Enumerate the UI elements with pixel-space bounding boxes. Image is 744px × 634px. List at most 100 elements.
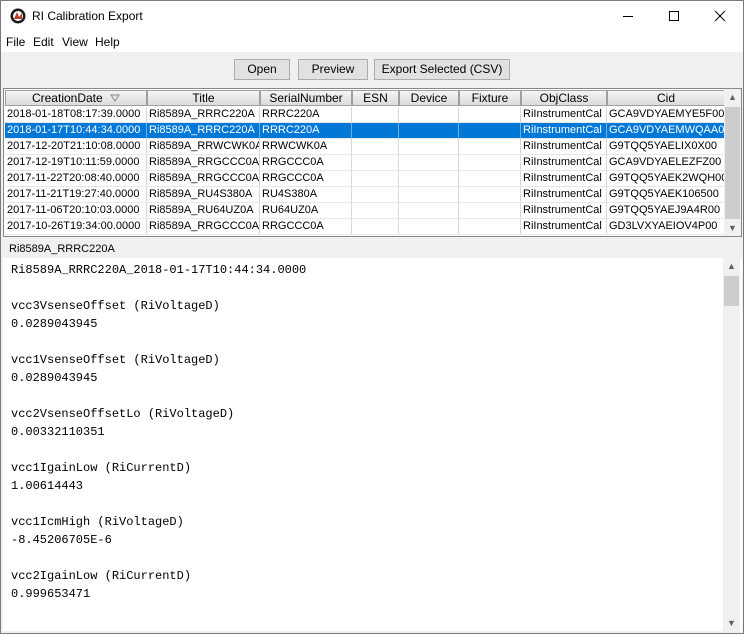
- table-cell: GCA9VDYAELEZFZ00: [607, 155, 725, 171]
- table-cell: 2017-11-22T20:08:40.0000: [5, 171, 147, 187]
- minimize-button[interactable]: [605, 1, 651, 31]
- table-row[interactable]: 2017-11-21T19:27:40.0000 Ri8589A_RU4S380A…: [5, 187, 725, 203]
- table-cell: G9TQQ5YAEK2WQH00: [607, 171, 725, 187]
- table-cell: [459, 187, 521, 203]
- column-header-creationdate[interactable]: CreationDate: [5, 90, 147, 106]
- detail-scroll-thumb[interactable]: [724, 276, 739, 306]
- table-cell: [352, 155, 399, 171]
- maximize-button[interactable]: [651, 1, 697, 31]
- column-header-fixture[interactable]: Fixture: [459, 90, 521, 106]
- table-cell: RiInstrumentCal: [521, 203, 607, 219]
- table-cell: 2018-01-18T08:17:39.0000: [5, 107, 147, 123]
- table-cell: [399, 139, 459, 155]
- detail-line: vcc1VsenseOffset (RiVoltageD): [11, 353, 220, 367]
- detail-line: vcc1IcmHigh (RiVoltageD): [11, 515, 184, 529]
- column-header-serialnumber[interactable]: SerialNumber: [260, 90, 352, 106]
- table-cell: [459, 155, 521, 171]
- menu-bar: File Edit View Help: [1, 31, 743, 52]
- table-row[interactable]: 2017-11-06T20:10:03.0000 Ri8589A_RU64UZ0A…: [5, 203, 725, 219]
- table-row[interactable]: 2017-10-26T19:34:00.0000 Ri8589A_RRGCCC0A…: [5, 219, 725, 235]
- table-cell: [352, 123, 399, 139]
- menu-edit[interactable]: Edit: [33, 35, 54, 49]
- table-cell: RiInstrumentCal: [521, 187, 607, 203]
- detail-scroll-up-icon[interactable]: ▲: [723, 258, 740, 274]
- title-bar[interactable]: RI Calibration Export: [1, 1, 743, 31]
- table-cell: RU4S380A: [260, 187, 352, 203]
- table-row[interactable]: 2018-01-17T10:44:34.0000 Ri8589A_RRRC220A…: [5, 123, 725, 139]
- table-row[interactable]: 2017-12-20T21:10:08.0000 Ri8589A_RRWCWK0A…: [5, 139, 725, 155]
- table-cell: RiInstrumentCal: [521, 155, 607, 171]
- table-cell: [399, 219, 459, 235]
- detail-line: vcc3VsenseOffset (RiVoltageD): [11, 299, 220, 313]
- detail-line: -8.45206705E-6: [11, 533, 112, 547]
- table-cell: [352, 139, 399, 155]
- export-selected-button[interactable]: Export Selected (CSV): [374, 59, 510, 80]
- table-scroll-thumb[interactable]: [725, 107, 740, 219]
- table-cell: 2017-10-26T19:34:00.0000: [5, 219, 147, 235]
- maximize-icon: [669, 11, 679, 21]
- column-header-device[interactable]: Device: [399, 90, 459, 106]
- column-header-esn[interactable]: ESN: [352, 90, 399, 106]
- scroll-up-icon[interactable]: ▲: [724, 89, 741, 105]
- detail-panel-title: Ri8589A_RRRC220A: [9, 243, 115, 255]
- table-cell: [399, 203, 459, 219]
- table-cell: G9TQQ5YAEK106500: [607, 187, 725, 203]
- app-window: RI Calibration Export File Edit View Hel…: [0, 0, 744, 634]
- table-cell: [352, 187, 399, 203]
- table-cell: RiInstrumentCal: [521, 219, 607, 235]
- table-cell: G9TQQ5YAELIX0X00: [607, 139, 725, 155]
- table-row[interactable]: 2018-01-18T08:17:39.0000 Ri8589A_RRRC220A…: [5, 107, 725, 123]
- calibration-table: CreationDate Title SerialNumber ESN Devi…: [3, 88, 742, 237]
- table-cell: GCA9VDYAEMWQAA00: [607, 123, 725, 139]
- table-cell: 2017-11-21T19:27:40.0000: [5, 187, 147, 203]
- close-button[interactable]: [697, 1, 743, 31]
- detail-scroll-down-icon[interactable]: ▼: [723, 615, 740, 631]
- detail-line: 0.0289043945: [11, 371, 98, 385]
- menu-help[interactable]: Help: [95, 35, 120, 49]
- table-scrollbar[interactable]: ▲ ▼: [724, 89, 741, 236]
- table-cell: [459, 139, 521, 155]
- table-cell: [399, 187, 459, 203]
- table-cell: [399, 123, 459, 139]
- table-cell: GD3LVXYAEIOV4P00: [607, 219, 725, 235]
- window-title: RI Calibration Export: [32, 9, 143, 23]
- column-header-cid[interactable]: Cid: [607, 90, 725, 106]
- table-cell: Ri8589A_RRRC220A: [147, 107, 260, 123]
- sort-desc-icon: [110, 94, 120, 102]
- table-cell: RRWCWK0A: [260, 139, 352, 155]
- table-cell: RiInstrumentCal: [521, 123, 607, 139]
- column-header-objclass[interactable]: ObjClass: [521, 90, 607, 106]
- table-cell: [352, 219, 399, 235]
- table-cell: Ri8589A_RRGCCC0A: [147, 219, 260, 235]
- table-cell: Ri8589A_RRGCCC0A: [147, 171, 260, 187]
- table-cell: [459, 171, 521, 187]
- app-logo-icon: [10, 8, 26, 24]
- open-button[interactable]: Open: [234, 59, 290, 80]
- detail-text-area[interactable]: Ri8589A_RRRC220A_2018-01-17T10:44:34.000…: [3, 258, 742, 631]
- table-row[interactable]: 2017-12-19T10:11:59.0000 Ri8589A_RRGCCC0A…: [5, 155, 725, 171]
- table-cell: RiInstrumentCal: [521, 139, 607, 155]
- detail-line: vcc2IgainLow (RiCurrentD): [11, 569, 192, 583]
- table-cell: [459, 203, 521, 219]
- table-row[interactable]: 2017-11-22T20:08:40.0000 Ri8589A_RRGCCC0A…: [5, 171, 725, 187]
- minimize-icon: [623, 16, 633, 17]
- detail-scrollbar[interactable]: ▲ ▼: [723, 258, 740, 631]
- table-cell: RiInstrumentCal: [521, 171, 607, 187]
- menu-view[interactable]: View: [62, 35, 88, 49]
- detail-line: 1.00614443: [11, 479, 84, 493]
- menu-file[interactable]: File: [6, 35, 25, 49]
- detail-line: Ri8589A_RRRC220A_2018-01-17T10:44:34.000…: [11, 263, 307, 277]
- detail-line: vcc1IgainLow (RiCurrentD): [11, 461, 192, 475]
- table-cell: RRGCCC0A: [260, 155, 352, 171]
- table-cell: 2017-12-20T21:10:08.0000: [5, 139, 147, 155]
- table-cell: RiInstrumentCal: [521, 107, 607, 123]
- column-header-title[interactable]: Title: [147, 90, 260, 106]
- table-cell: GCA9VDYAEMYE5F00: [607, 107, 725, 123]
- table-cell: [459, 107, 521, 123]
- table-cell: Ri8589A_RRGCCC0A: [147, 155, 260, 171]
- detail-line: 0.999653471: [11, 587, 91, 601]
- table-cell: G9TQQ5YAEJ9A4R00: [607, 203, 725, 219]
- preview-button[interactable]: Preview: [298, 59, 368, 80]
- table-cell: [352, 171, 399, 187]
- scroll-down-icon[interactable]: ▼: [724, 220, 741, 236]
